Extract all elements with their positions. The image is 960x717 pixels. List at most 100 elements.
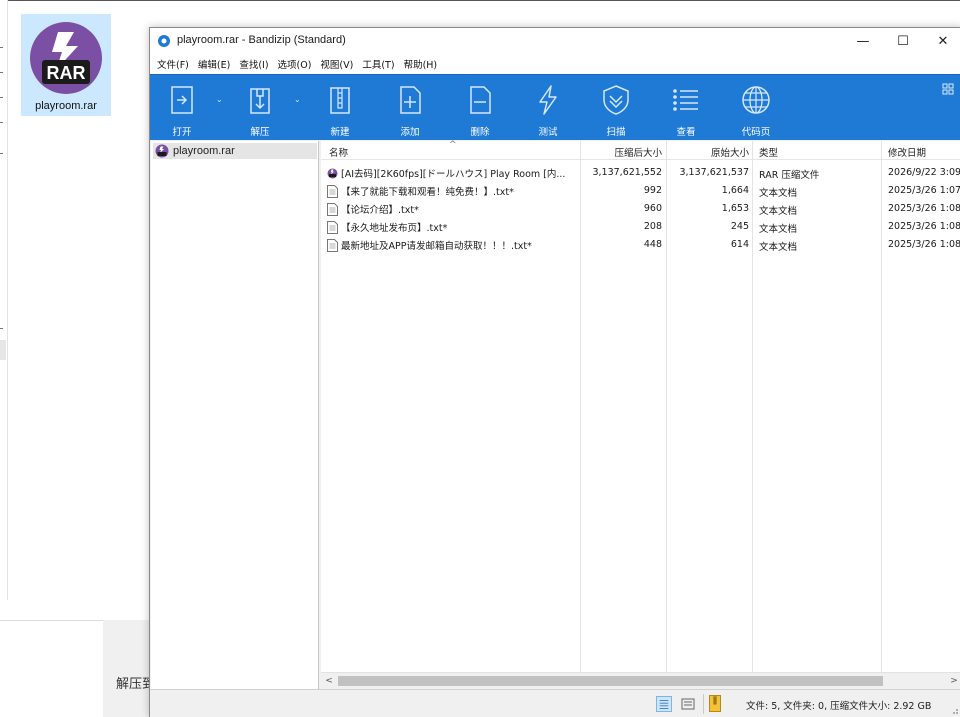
add-button[interactable]: 添加 [386,75,434,141]
extract-label: 解压 [250,127,270,138]
codepage-button[interactable]: 代码页 [732,75,780,141]
horizontal-scrollbar[interactable]: < > [321,672,960,689]
table-row[interactable]: [AI去码][2K60fps][ドールハウス] Play Room [内... … [321,164,960,182]
cell-type: 文本文档 [759,188,798,199]
background-selection [0,340,6,360]
list-view-icon [673,89,698,111]
close-button[interactable]: ✕ [923,28,960,54]
background-panel-left [0,620,103,717]
menu-bar: 文件(F) 编辑(E) 查找(I) 选项(O) 视图(V) 工具(T) 帮助(H… [150,54,960,74]
rar-archive-icon: RAR [30,22,102,94]
add-label: 添加 [400,127,420,138]
cell-modified: 2026/9/22 3:09 [888,167,960,178]
extract-button[interactable]: 解压 [236,75,284,141]
cell-name: 【论坛介绍】.txt* [327,200,579,218]
scan-label: 扫描 [606,127,626,138]
cell-packed-size: 208 [643,221,662,232]
cell-original-size: 245 [730,221,749,232]
text-file-icon [327,184,338,198]
test-label: 测试 [538,127,558,138]
table-row[interactable]: 【论坛介绍】.txt* 960 1,653 文本文档 2025/3/26 1:0… [321,200,960,218]
file-list: 名称 ^ 压缩后大小 原始大小 类型 修改日期 [AI去码][2K60fps][… [321,140,960,689]
scrollbar-thumb[interactable] [338,676,883,686]
desktop-file-label: playroom.rar [35,100,97,112]
toolbar: 打开 ⌄ 解压 ⌄ 新建 添加 删除 测试 扫描 查看 代码页 [150,74,960,140]
extract-dropdown-icon[interactable]: ⌄ [294,95,301,104]
file-name: 最新地址及APP请发邮箱自动获取！！！.txt* [341,241,532,252]
menu-view[interactable]: 视图(V) [319,54,358,74]
cell-type: 文本文档 [759,206,798,217]
scroll-right-arrow-icon[interactable]: > [946,673,960,689]
new-archive-icon [330,87,350,114]
table-row[interactable]: 【永久地址发布页】.txt* 208 245 文本文档 2025/3/26 1:… [321,218,960,236]
status-bar: 文件: 5, 文件夹: 0, 压缩文件大小: 2.92 GB [150,689,960,717]
cell-packed-size: 992 [643,185,662,196]
cell-type: 文本文档 [759,242,798,253]
file-name: 【来了就能下载和观看！纯免费！】.txt* [341,187,514,198]
cell-modified: 2025/3/26 1:07 [888,185,960,196]
minimize-button[interactable]: — [843,28,883,54]
archive-zipper-icon [709,695,721,712]
desktop-file-playroom-rar[interactable]: RAR playroom.rar [21,14,111,116]
table-row[interactable]: 最新地址及APP请发邮箱自动获取！！！.txt* 448 614 文本文档 20… [321,236,960,254]
text-file-icon [327,238,338,252]
add-file-icon [400,86,421,114]
open-icon [171,86,193,114]
cell-original-size: 1,664 [721,185,749,196]
cell-packed-size: 960 [643,203,662,214]
bandizip-app-icon [158,35,170,47]
cell-type: RAR 压缩文件 [759,170,820,181]
test-button[interactable]: 测试 [524,75,572,141]
cell-modified: 2025/3/26 1:08 [888,239,960,250]
column-header-type[interactable]: 类型 [759,141,879,160]
status-separator [703,694,704,714]
thumbnail-view-icon[interactable] [680,696,696,712]
menu-edit[interactable]: 编辑(E) [197,54,235,74]
menu-tools[interactable]: 工具(T) [361,54,399,74]
column-header-packed-size[interactable]: 压缩后大小 [583,141,662,160]
menu-options[interactable]: 选项(O) [277,54,317,74]
lightning-icon [539,85,557,115]
list-header: 名称 ^ 压缩后大小 原始大小 类型 修改日期 [321,140,960,160]
menu-find[interactable]: 查找(I) [238,54,273,74]
cell-modified: 2025/3/26 1:08 [888,203,960,214]
text-file-icon [327,220,338,234]
view-label: 查看 [676,127,696,138]
open-label: 打开 [172,127,192,138]
cell-name: [AI去码][2K60fps][ドールハウス] Play Room [内... [327,164,579,182]
folder-tree: playroom.rar [151,141,319,689]
file-name: 【论坛介绍】.txt* [341,205,419,216]
column-header-modified[interactable]: 修改日期 [888,141,960,160]
cell-name: 【永久地址发布页】.txt* [327,218,579,236]
rar-file-icon [327,168,338,178]
details-view-icon[interactable] [656,696,672,712]
cell-name: 最新地址及APP请发邮箱自动获取！！！.txt* [327,236,579,254]
cell-packed-size: 448 [643,239,662,250]
shield-icon [603,85,629,115]
table-row[interactable]: 【来了就能下载和观看！纯免费！】.txt* 992 1,664 文本文档 202… [321,182,960,200]
view-button[interactable]: 查看 [662,75,710,141]
menu-file[interactable]: 文件(F) [156,54,194,74]
resize-grip-icon[interactable] [949,705,959,715]
maximize-button[interactable]: ☐ [883,28,923,54]
menu-help[interactable]: 帮助(H) [403,54,443,74]
scroll-left-arrow-icon[interactable]: < [321,673,337,689]
column-header-original-size[interactable]: 原始大小 [669,141,749,160]
open-dropdown-icon[interactable]: ⌄ [216,95,223,104]
title-bar[interactable]: playroom.rar - Bandizip (Standard) — ☐ ✕ [150,28,960,54]
tree-item-playroom-rar[interactable]: playroom.rar [153,143,317,159]
open-button[interactable]: 打开 [158,75,206,141]
cell-name: 【来了就能下载和观看！纯免费！】.txt* [327,182,579,200]
cell-original-size: 1,653 [721,203,749,214]
new-button[interactable]: 新建 [316,75,364,141]
text-file-icon [327,202,338,216]
window-title: playroom.rar - Bandizip (Standard) [177,34,346,46]
sort-ascending-icon: ^ [449,140,457,150]
layout-grid-icon[interactable] [942,83,954,95]
rar-badge-text: RAR [47,63,86,83]
scan-button[interactable]: 扫描 [592,75,640,141]
codepage-label: 代码页 [741,127,771,138]
new-label: 新建 [330,127,350,138]
delete-button[interactable]: 删除 [456,75,504,141]
cell-original-size: 3,137,621,537 [679,167,749,178]
